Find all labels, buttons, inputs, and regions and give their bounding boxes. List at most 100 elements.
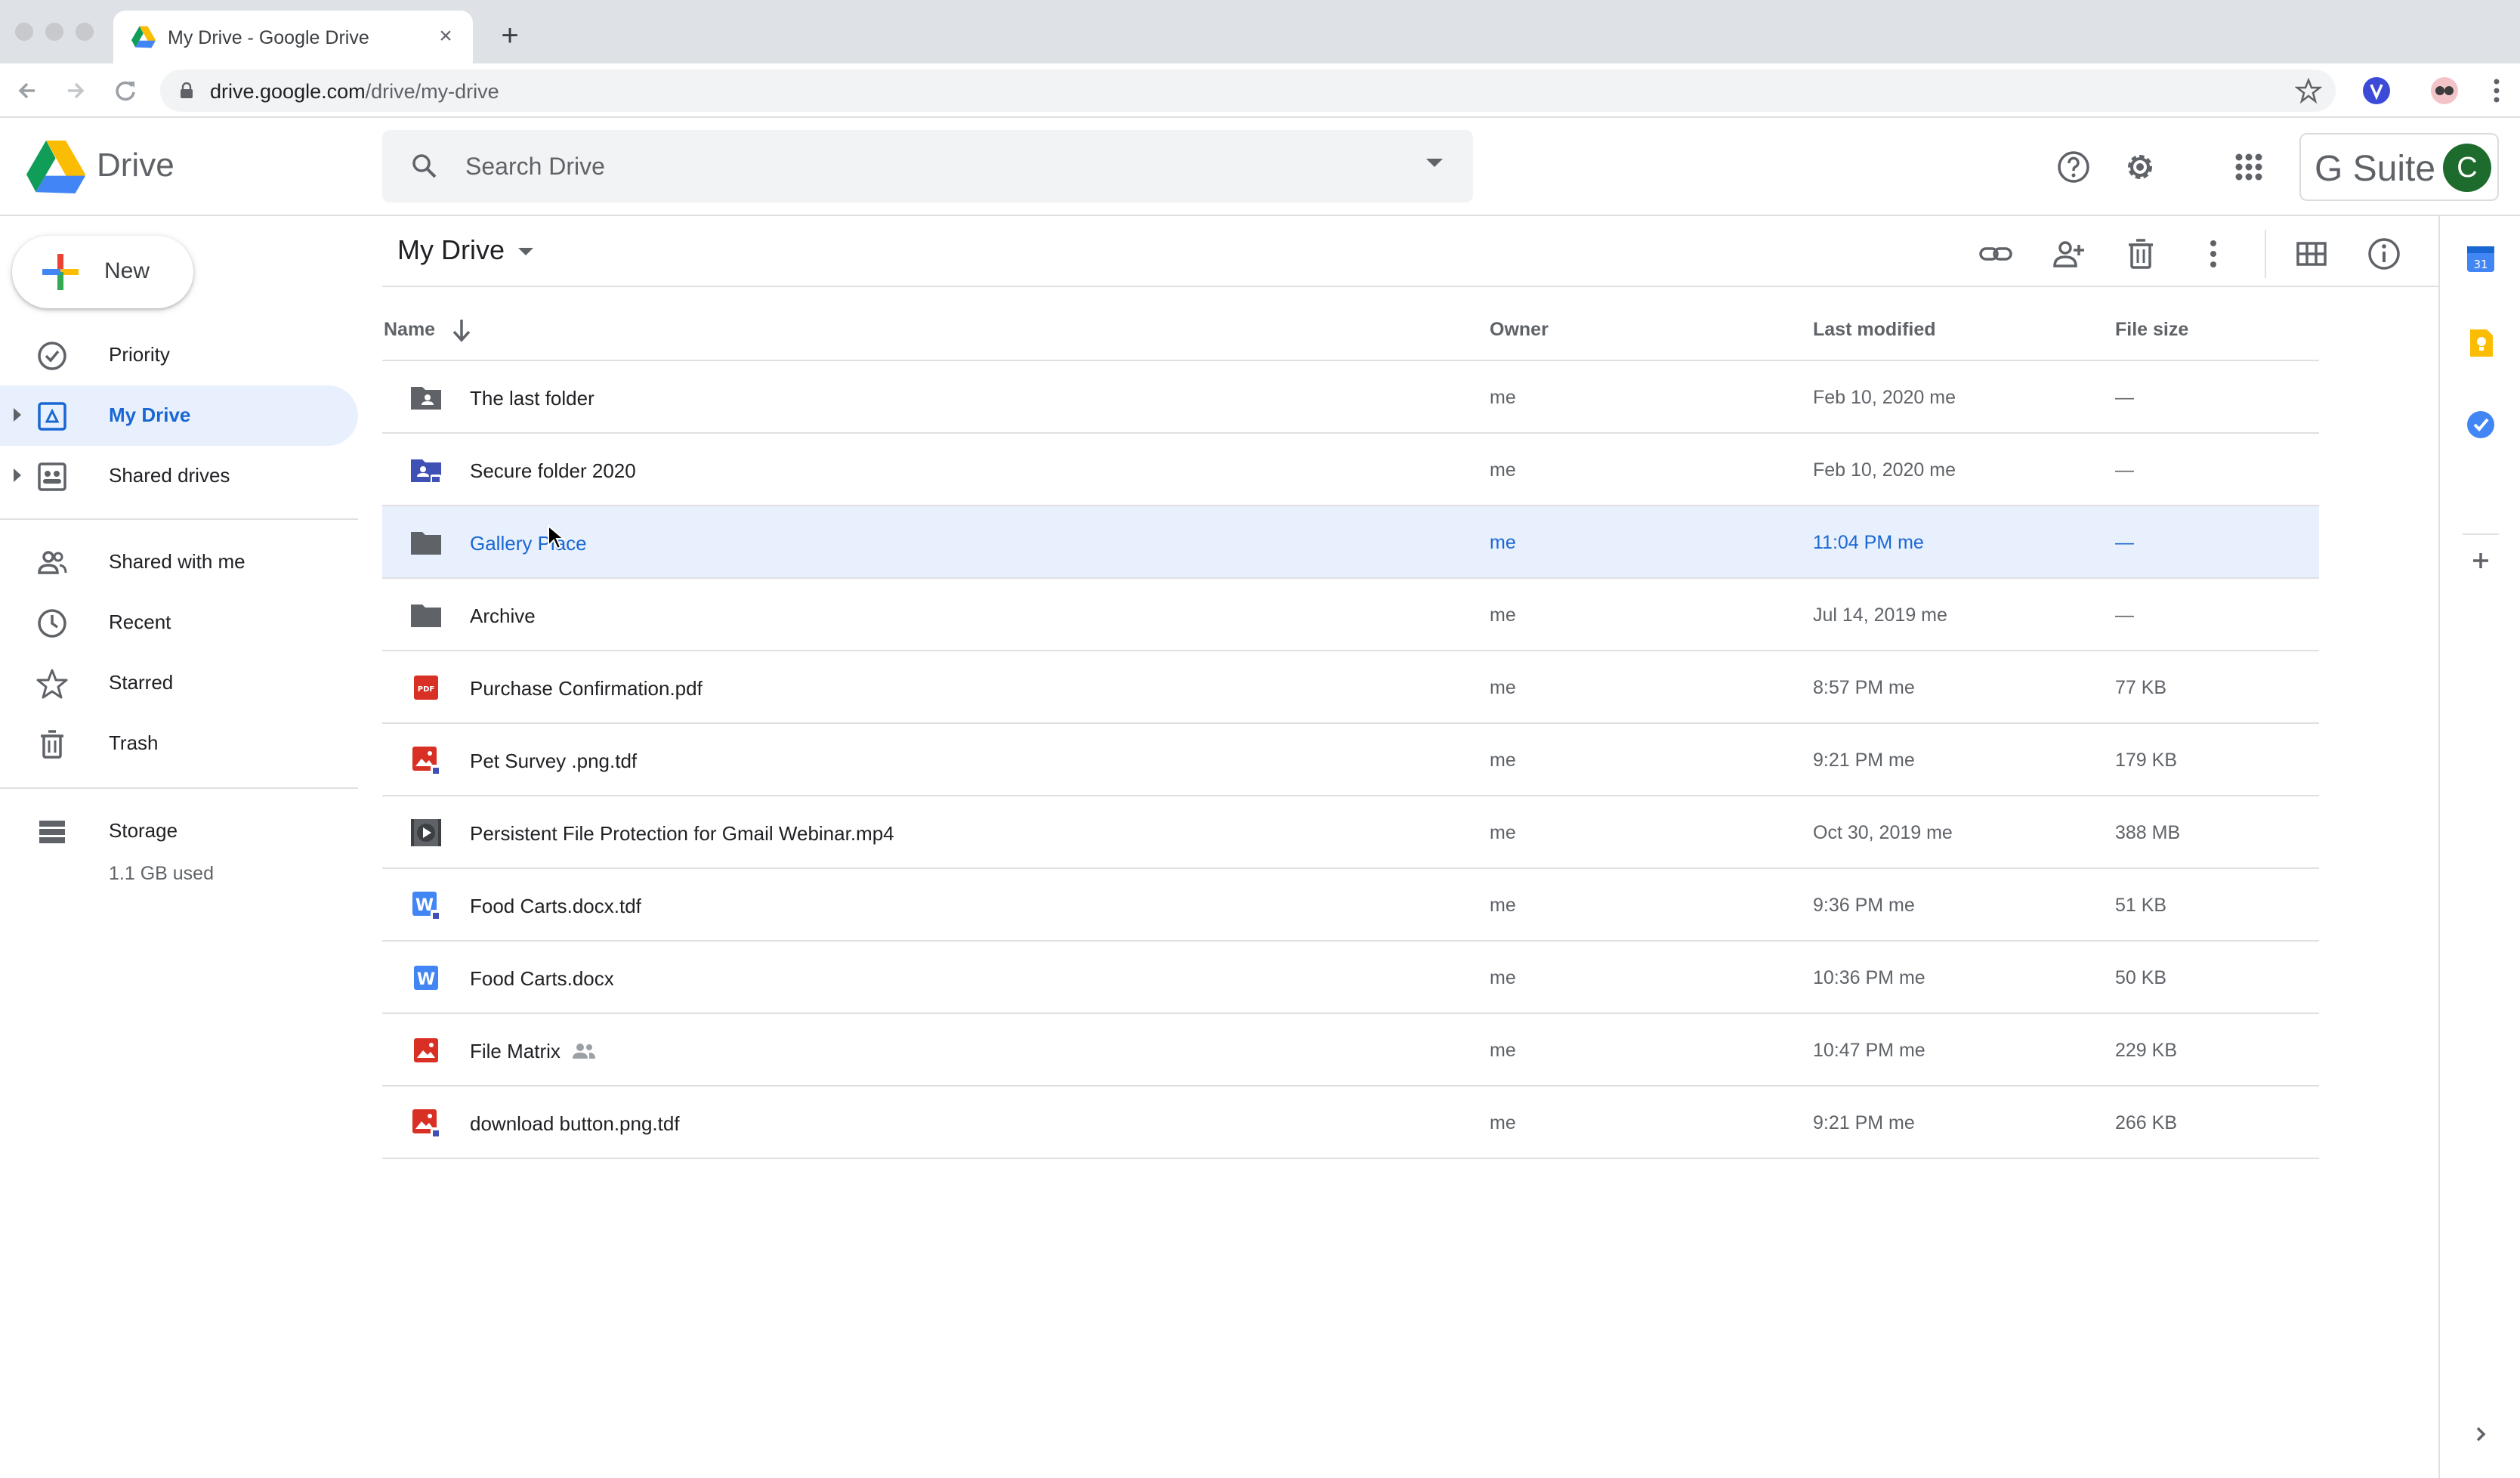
sidebar-item-shared-with-me[interactable]: Shared with me — [0, 532, 358, 592]
sidebar-item-my-drive[interactable]: My Drive — [0, 385, 358, 446]
help-icon[interactable] — [2055, 148, 2092, 186]
image-icon — [414, 1038, 438, 1062]
window-minimize-button[interactable] — [45, 23, 63, 41]
file-last-modified: Feb 10, 2020 me — [1813, 387, 1956, 408]
file-row[interactable]: The last folder me Feb 10, 2020 me — — [382, 361, 2319, 434]
column-header-file-size[interactable]: File size — [2115, 319, 2188, 341]
file-row[interactable]: W Food Carts.docx.tdf me 9:36 PM me 51 K… — [382, 869, 2319, 942]
storage-used-text: 1.1 GB used — [109, 863, 214, 884]
sort-arrow-down-icon[interactable] — [450, 317, 473, 343]
expand-arrow-icon[interactable] — [14, 468, 21, 482]
browser-tab[interactable]: My Drive - Google Drive × — [113, 11, 473, 63]
column-header-name[interactable]: Name — [384, 319, 435, 341]
file-name[interactable]: The last folder — [470, 387, 594, 410]
file-owner: me — [1490, 387, 1516, 408]
file-name[interactable]: download button.png.tdf — [470, 1112, 680, 1136]
file-owner: me — [1490, 967, 1516, 988]
keep-notes-icon[interactable] — [2464, 326, 2497, 360]
file-name[interactable]: Food Carts.docx.tdf — [470, 895, 641, 918]
browser-menu-icon[interactable] — [2493, 77, 2500, 104]
breadcrumb[interactable]: My Drive — [397, 234, 505, 266]
file-row[interactable]: download button.png.tdf me 9:21 PM me 26… — [382, 1087, 2319, 1159]
sidebar-item-priority[interactable]: Priority — [0, 325, 358, 385]
get-link-icon[interactable] — [1978, 236, 2014, 272]
file-row[interactable]: Pet Survey .png.tdf me 9:21 PM me 179 KB — [382, 724, 2319, 796]
settings-gear-icon[interactable] — [2121, 148, 2159, 186]
bookmark-star-icon[interactable] — [2295, 77, 2322, 104]
sidebar-item-label: Shared with me — [109, 550, 246, 573]
address-bar[interactable]: drive.google.com/drive/my-drive — [160, 70, 2336, 112]
file-row[interactable]: File Matrix me 10:47 PM me 229 KB — [382, 1014, 2319, 1087]
window-zoom-button[interactable] — [76, 23, 94, 41]
file-row[interactable]: W Food Carts.docx me 10:36 PM me 50 KB — [382, 942, 2319, 1014]
file-name[interactable]: Archive — [470, 604, 536, 628]
sidebar-item-recent[interactable]: Recent — [0, 592, 358, 653]
drive-logo-icon[interactable] — [26, 141, 86, 193]
search-icon[interactable] — [409, 151, 440, 181]
extension-icon[interactable] — [2363, 77, 2390, 104]
file-owner: me — [1490, 604, 1516, 626]
file-row[interactable]: Persistent File Protection for Gmail Web… — [382, 796, 2319, 869]
tasks-icon[interactable] — [2464, 408, 2497, 441]
delete-trash-icon[interactable] — [2123, 236, 2159, 272]
file-name[interactable]: Gallery Place — [470, 532, 587, 555]
file-name[interactable]: Food Carts.docx — [470, 967, 614, 991]
search-bar[interactable] — [382, 130, 1473, 203]
my-drive-icon — [38, 402, 66, 431]
calendar-icon[interactable]: 31 — [2464, 242, 2497, 275]
profile-avatar-icon[interactable] — [2431, 77, 2458, 104]
file-name[interactable]: File Matrix — [470, 1040, 597, 1063]
file-owner: me — [1490, 1112, 1516, 1133]
word-icon: W — [414, 966, 438, 990]
apps-grid-icon[interactable] — [2230, 148, 2268, 186]
file-row[interactable]: PDF Purchase Confirmation.pdf me 8:57 PM… — [382, 651, 2319, 724]
file-row[interactable]: Secure folder 2020 me Feb 10, 2020 me — — [382, 434, 2319, 506]
file-name[interactable]: Persistent File Protection for Gmail Web… — [470, 822, 894, 846]
account-avatar[interactable]: C — [2443, 144, 2491, 192]
search-input[interactable] — [465, 145, 1372, 187]
sidebar-divider — [0, 518, 358, 520]
sidebar-item-shared-drives[interactable]: Shared drives — [0, 446, 358, 506]
trash-icon — [41, 730, 63, 759]
file-name[interactable]: Purchase Confirmation.pdf — [470, 677, 703, 700]
sidebar-item-starred[interactable]: Starred — [0, 653, 358, 713]
new-tab-button[interactable]: + — [493, 18, 527, 53]
window-close-button[interactable] — [15, 23, 33, 41]
new-button-label: New — [104, 258, 150, 283]
search-options-dropdown-icon[interactable] — [1426, 159, 1443, 167]
add-addon-icon[interactable] — [2464, 544, 2497, 577]
file-name[interactable]: Secure folder 2020 — [470, 459, 636, 483]
gsuite-account-button[interactable]: G Suite C — [2299, 133, 2499, 201]
video-icon — [411, 819, 441, 846]
clock-icon — [38, 609, 66, 638]
sidebar-item-label: Recent — [109, 611, 171, 633]
column-header-last-modified[interactable]: Last modified — [1813, 319, 1936, 341]
file-row[interactable]: Archive me Jul 14, 2019 me — — [382, 579, 2319, 651]
side-panel-divider — [2463, 533, 2499, 535]
expand-arrow-icon[interactable] — [14, 408, 21, 422]
file-name[interactable]: Pet Survey .png.tdf — [470, 750, 637, 773]
back-icon[interactable] — [12, 74, 45, 107]
browser-tabstrip: My Drive - Google Drive × + — [0, 0, 2520, 63]
file-last-modified: 10:36 PM me — [1813, 967, 1926, 988]
chevron-down-icon[interactable] — [518, 248, 533, 255]
product-name[interactable]: Drive — [97, 147, 174, 184]
share-add-person-icon[interactable] — [2050, 236, 2086, 272]
more-actions-icon[interactable] — [2195, 236, 2231, 272]
column-header-owner[interactable]: Owner — [1490, 319, 1549, 341]
tab-close-icon[interactable]: × — [432, 23, 459, 50]
reload-icon[interactable] — [109, 74, 142, 107]
sidebar-item-trash[interactable]: Trash — [0, 713, 358, 774]
sidebar-item-label: Shared drives — [109, 464, 230, 487]
sidebar-item-label: Storage — [109, 819, 178, 842]
file-row-selected[interactable]: Gallery Place me 11:04 PM me — — [382, 506, 2319, 579]
grid-view-icon[interactable] — [2293, 236, 2330, 272]
new-button[interactable]: New — [12, 236, 193, 308]
forward-icon[interactable] — [57, 74, 91, 107]
drive-header: Drive G Suite C — [0, 118, 2520, 216]
info-details-icon[interactable] — [2366, 236, 2402, 272]
sidebar-item-storage[interactable]: Storage — [0, 801, 358, 861]
file-size: 266 KB — [2115, 1112, 2178, 1133]
expand-panel-chevron-icon[interactable] — [2464, 1418, 2497, 1451]
browser-toolbar: drive.google.com/drive/my-drive — [0, 63, 2520, 118]
